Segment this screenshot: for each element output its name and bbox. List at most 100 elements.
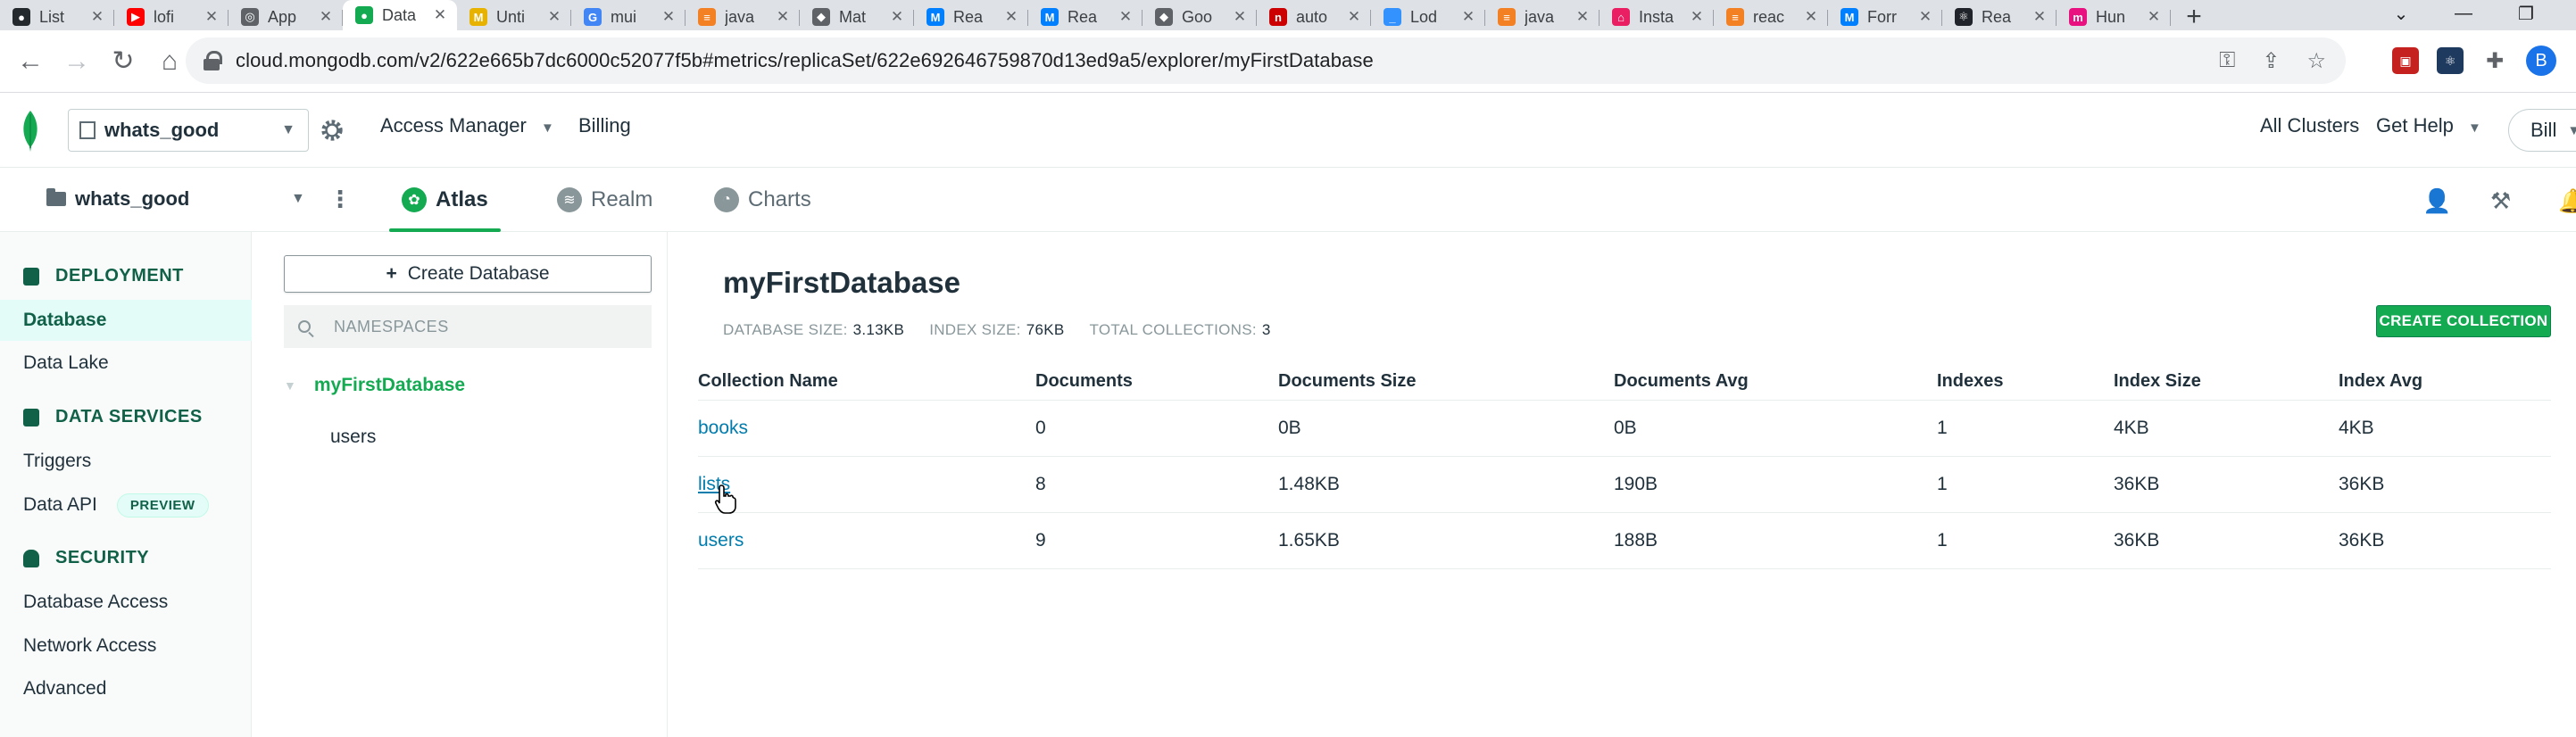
sidebar-item-database[interactable]: Database bbox=[0, 300, 252, 341]
share-icon[interactable]: ⇪ bbox=[2262, 48, 2280, 74]
namespace-collection-item[interactable]: users bbox=[330, 426, 376, 448]
tab-close-icon[interactable]: ✕ bbox=[318, 8, 334, 26]
bookmark-star-icon[interactable]: ☆ bbox=[2306, 48, 2326, 74]
browser-tab[interactable]: _ Lod ✕ bbox=[1371, 4, 1485, 30]
browser-tab[interactable]: m Hun ✕ bbox=[2057, 4, 2171, 30]
tab-close-icon[interactable]: ✕ bbox=[432, 6, 448, 24]
table-cell: 8 bbox=[1035, 456, 1278, 513]
tab-close-icon[interactable]: ✕ bbox=[1689, 8, 1705, 26]
project-menu-kebab-icon[interactable]: ⋮ bbox=[328, 186, 352, 213]
tab-close-icon[interactable]: ✕ bbox=[1118, 8, 1134, 26]
browser-tab[interactable]: ◎ App ✕ bbox=[229, 4, 343, 30]
browser-tab[interactable]: ⌂ Insta ✕ bbox=[1600, 4, 1714, 30]
browser-tab[interactable]: ≡ java ✕ bbox=[1485, 4, 1600, 30]
restore-window-button[interactable]: ❐ bbox=[2499, 0, 2553, 27]
tab-close-icon[interactable]: ✕ bbox=[889, 8, 905, 26]
tab-atlas[interactable]: ✿ Atlas bbox=[389, 168, 501, 232]
tab-close-icon[interactable]: ✕ bbox=[204, 8, 220, 26]
extensions-puzzle-icon[interactable]: ✚ bbox=[2481, 47, 2508, 74]
sidebar-item-triggers[interactable]: Triggers bbox=[0, 441, 252, 482]
reload-button[interactable]: ↻ bbox=[100, 38, 146, 85]
collection-link[interactable]: books bbox=[698, 400, 1035, 457]
notifications-bell-icon[interactable]: 🔔 bbox=[2558, 187, 2576, 214]
minimize-window-button[interactable]: — bbox=[2437, 0, 2490, 27]
profile-avatar[interactable]: B bbox=[2526, 46, 2556, 76]
extension-icon[interactable]: ▣ bbox=[2392, 47, 2419, 74]
billing-link[interactable]: Billing bbox=[578, 114, 631, 137]
browser-tab[interactable]: M Unti ✕ bbox=[457, 4, 571, 30]
extension-icon[interactable]: ⚛ bbox=[2437, 47, 2464, 74]
create-database-button[interactable]: + Create Database bbox=[284, 255, 652, 293]
tab-close-icon[interactable]: ✕ bbox=[1460, 8, 1476, 26]
url-text[interactable]: cloud.mongodb.com/v2/622e665b7dc6000c520… bbox=[236, 49, 1374, 72]
invite-user-icon[interactable]: 👤 bbox=[2422, 187, 2451, 214]
tab-close-icon[interactable]: ✕ bbox=[1575, 8, 1591, 26]
tab-close-icon[interactable]: ✕ bbox=[661, 8, 677, 26]
key-icon[interactable]: ⚿ bbox=[2219, 48, 2235, 73]
tab-realm[interactable]: ≋ Realm bbox=[557, 168, 652, 232]
stat-value: 3.13KB bbox=[852, 321, 905, 338]
collection-name[interactable]: users bbox=[698, 530, 744, 551]
browser-tab[interactable]: ◆ Mat ✕ bbox=[800, 4, 914, 30]
collection-link[interactable]: lists bbox=[698, 456, 1035, 513]
sidebar-item-network-access[interactable]: Network Access bbox=[0, 625, 252, 667]
column-header[interactable]: Indexes bbox=[1937, 364, 2114, 401]
tab-close-icon[interactable]: ✕ bbox=[89, 8, 105, 26]
get-help-menu[interactable]: Get Help ▼ bbox=[2376, 114, 2481, 137]
tab-charts[interactable]: ◔ Charts bbox=[714, 168, 811, 232]
sidebar-item-data-api[interactable]: Data API PREVIEW bbox=[0, 484, 252, 526]
tab-close-icon[interactable]: ✕ bbox=[1803, 8, 1819, 26]
browser-tab[interactable]: ◆ Goo ✕ bbox=[1143, 4, 1257, 30]
tab-close-icon[interactable]: ✕ bbox=[2032, 8, 2048, 26]
all-clusters-link[interactable]: All Clusters bbox=[2260, 114, 2359, 137]
browser-tab[interactable]: ● List ✕ bbox=[0, 4, 114, 30]
expand-triangle-icon[interactable]: ▼ bbox=[284, 378, 296, 393]
namespace-database-item[interactable]: ▼ myFirstDatabase bbox=[284, 375, 465, 396]
column-header[interactable]: Index Size bbox=[2114, 364, 2339, 401]
column-header[interactable]: Documents Size bbox=[1278, 364, 1614, 401]
tab-close-icon[interactable]: ✕ bbox=[546, 8, 562, 26]
collection-name[interactable]: books bbox=[698, 418, 748, 438]
browser-tab[interactable]: n auto ✕ bbox=[1257, 4, 1371, 30]
namespace-search-input[interactable]: NAMESPACES bbox=[284, 305, 652, 348]
user-menu[interactable]: Bill ▼ bbox=[2508, 109, 2576, 152]
tab-search-chevron-icon[interactable]: ⌄ bbox=[2374, 0, 2428, 27]
caret-down-icon[interactable]: ▼ bbox=[291, 191, 305, 207]
back-button[interactable]: ← bbox=[7, 38, 54, 85]
browser-tab[interactable]: M Forr ✕ bbox=[1828, 4, 1942, 30]
browser-tab[interactable]: M Rea ✕ bbox=[1028, 4, 1143, 30]
org-settings-gear-icon[interactable] bbox=[320, 118, 345, 143]
project-select[interactable]: whats_good bbox=[46, 187, 189, 211]
mongodb-leaf-logo-icon[interactable] bbox=[18, 109, 43, 152]
browser-tab[interactable]: M Rea ✕ bbox=[914, 4, 1028, 30]
sidebar-item-database-access[interactable]: Database Access bbox=[0, 582, 252, 623]
organization-select[interactable]: whats_good ▼ bbox=[68, 109, 309, 152]
column-header[interactable]: Documents Avg bbox=[1614, 364, 1937, 401]
tab-title: reac bbox=[1753, 7, 1785, 26]
collection-link[interactable]: users bbox=[698, 512, 1035, 569]
tab-close-icon[interactable]: ✕ bbox=[775, 8, 791, 26]
access-manager-menu[interactable]: Access Manager ▼ bbox=[380, 114, 554, 137]
new-tab-button[interactable]: + bbox=[2176, 2, 2212, 31]
column-header[interactable]: Documents bbox=[1035, 364, 1278, 401]
tab-favicon-icon: ≡ bbox=[1498, 8, 1516, 26]
sidebar-item-advanced[interactable]: Advanced bbox=[0, 668, 252, 709]
browser-tab[interactable]: ≡ java ✕ bbox=[686, 4, 800, 30]
column-header[interactable]: Collection Name bbox=[698, 364, 1035, 401]
browser-tab[interactable]: Gmui ✕ bbox=[571, 4, 686, 30]
browser-tab[interactable]: ● Data ✕ bbox=[343, 0, 457, 30]
tab-close-icon[interactable]: ✕ bbox=[1346, 8, 1362, 26]
browser-tab[interactable]: ≡ reac ✕ bbox=[1714, 4, 1828, 30]
sidebar-item-data-lake[interactable]: Data Lake bbox=[0, 343, 252, 384]
integrations-icon[interactable]: ⚒ bbox=[2490, 187, 2517, 214]
forward-button[interactable]: → bbox=[54, 38, 100, 85]
tab-close-icon[interactable]: ✕ bbox=[1917, 8, 1933, 26]
column-header[interactable]: Index Avg bbox=[2339, 364, 2551, 401]
tab-close-icon[interactable]: ✕ bbox=[2146, 8, 2162, 26]
tab-close-icon[interactable]: ✕ bbox=[1232, 8, 1248, 26]
create-collection-button[interactable]: CREATE COLLECTION bbox=[2376, 305, 2551, 337]
browser-tab[interactable]: ⚛ Rea ✕ bbox=[1942, 4, 2057, 30]
tab-close-icon[interactable]: ✕ bbox=[1003, 8, 1019, 26]
browser-tab[interactable]: ▶ lofi ✕ bbox=[114, 4, 229, 30]
address-bar[interactable]: cloud.mongodb.com/v2/622e665b7dc6000c520… bbox=[186, 37, 2346, 84]
